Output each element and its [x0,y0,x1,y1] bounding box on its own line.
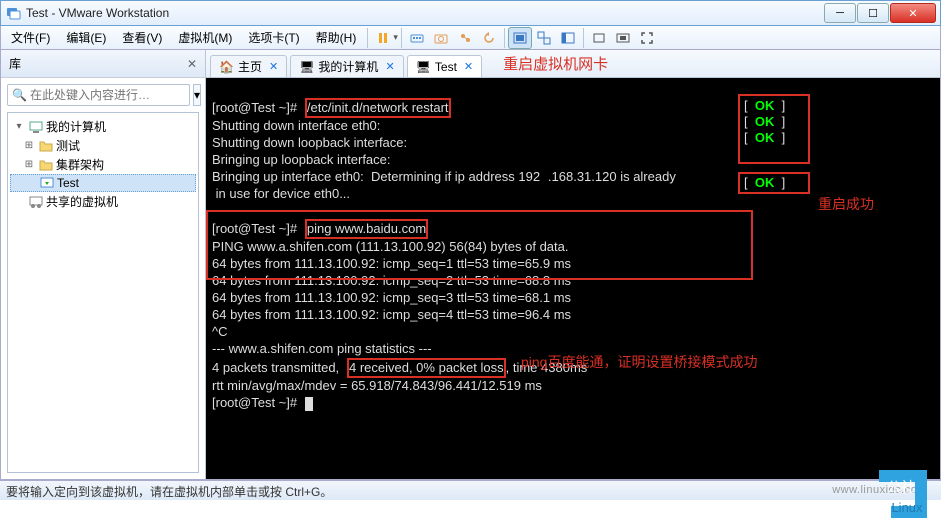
status-ok: [ OK ] [744,98,785,114]
tree-label: 测试 [56,137,80,154]
tree-node-test-vm[interactable]: Test [10,174,196,192]
folder-icon [39,139,53,153]
tree-label: 我的计算机 [46,118,106,135]
annotation-restart-nic: 重启虚拟机网卡 [503,53,608,74]
tree-label: 共享的虚拟机 [46,193,118,210]
tree-node-test-folder[interactable]: ⊞ 测试 [10,136,196,155]
menu-view[interactable]: 查看(V) [114,26,170,49]
annotation-ping-ok: ping百度能通，证明设置桥接模式成功 [521,354,757,370]
sidebar-close-icon[interactable]: ✕ [187,57,197,71]
vm-icon [40,176,54,190]
logo-top: 公社 [887,479,915,495]
snapshot-button[interactable] [429,27,453,49]
menubar: 文件(F) 编辑(E) 查看(V) 虚拟机(M) 选项卡(T) 帮助(H) ▾ [0,26,941,50]
window-title: Test - VMware Workstation [26,6,823,20]
tree-node-mycomputer[interactable]: ▾ 我的计算机 [10,117,196,136]
minimize-button[interactable]: ─ [824,3,856,23]
vm-console[interactable]: [root@Test ~]# /etc/init.d/network resta… [206,78,940,479]
unity-button[interactable] [532,27,556,49]
dropdown-icon[interactable]: ▾ [393,32,398,43]
tab-close-icon[interactable]: ✕ [385,60,394,73]
cursor [305,397,313,411]
tab-close-icon[interactable]: ✕ [269,60,278,73]
tab-label: 我的计算机 [318,58,378,75]
vm-icon: 🖥 [416,60,431,74]
computer-icon: 🖥 [299,60,314,74]
tab-label: 主页 [238,58,262,75]
snapshot-manager-button[interactable] [453,27,477,49]
tree-label: 集群架构 [56,156,104,173]
tab-test[interactable]: 🖥 Test ✕ [407,55,482,77]
menu-help[interactable]: 帮助(H) [308,26,365,49]
menu-vm[interactable]: 虚拟机(M) [170,26,240,49]
maximize-button[interactable]: ☐ [857,3,889,23]
console-view-button[interactable] [587,27,611,49]
search-icon: 🔍 [12,88,27,102]
tab-close-icon[interactable]: ✕ [464,60,473,73]
close-button[interactable]: ✕ [890,3,936,23]
home-icon: 🏠 [219,60,234,74]
status-ok: [ OK ] [744,175,785,191]
annotation-restart-ok: 重启成功 [818,196,874,212]
menu-tabs[interactable]: 选项卡(T) [240,26,307,49]
tree-node-cluster[interactable]: ⊞ 集群架构 [10,155,196,174]
sidebar-title: 库 [9,55,21,72]
app-icon [5,5,21,21]
library-sidebar: 库 ✕ 🔍 ▾ ▾ 我的计算机 ⊞ 测试 ⊞ 集群架 [1,50,206,479]
thumbnail-button[interactable] [556,27,580,49]
menu-edit[interactable]: 编辑(E) [58,26,114,49]
status-ok: [ OK ] [744,114,785,130]
status-text: 要将输入定向到该虚拟机，请在虚拟机内部单击或按 Ctrl+G。 [6,485,332,499]
tree-node-shared[interactable]: 共享的虚拟机 [10,192,196,211]
menu-file[interactable]: 文件(F) [3,26,58,49]
power-pause-button[interactable] [371,27,395,49]
logo: 公社 Linux [871,462,935,526]
folder-icon [39,158,53,172]
tab-bar: 🏠 主页 ✕ 🖥 我的计算机 ✕ 🖥 Test ✕ 重启虚拟机网卡 [206,50,940,78]
shared-vm-icon [29,195,43,209]
stretch-button[interactable] [611,27,635,49]
tree-label: Test [57,176,79,190]
library-tree: ▾ 我的计算机 ⊞ 测试 ⊞ 集群架构 Test [7,112,199,473]
window-titlebar: Test - VMware Workstation ─ ☐ ✕ [0,0,941,26]
fullscreen-button[interactable] [635,27,659,49]
tab-label: Test [435,60,457,74]
tab-mypc[interactable]: 🖥 我的计算机 ✕ [290,55,403,77]
library-search-input[interactable] [7,84,190,106]
revert-button[interactable] [477,27,501,49]
search-dropdown-button[interactable]: ▾ [193,84,201,106]
status-ok: [ OK ] [744,130,785,146]
fit-guest-button[interactable] [508,27,532,49]
logo-bottom: Linux [891,500,923,515]
send-cad-button[interactable] [405,27,429,49]
status-bar: 要将输入定向到该虚拟机，请在虚拟机内部单击或按 Ctrl+G。 [0,480,941,500]
tab-home[interactable]: 🏠 主页 ✕ [210,55,287,77]
computer-icon [29,120,43,134]
